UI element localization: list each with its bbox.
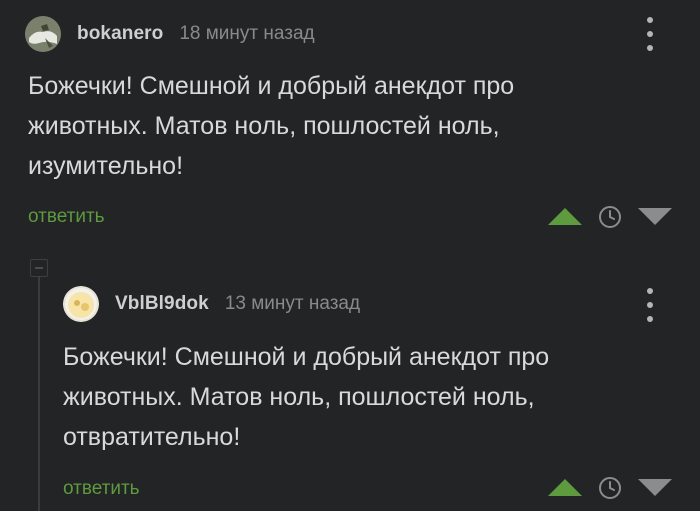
collapse-icon[interactable] [30, 259, 48, 277]
upvote-icon[interactable] [548, 479, 582, 496]
thread-line [38, 268, 40, 511]
upvote-icon[interactable] [548, 208, 582, 225]
more-icon[interactable] [642, 17, 658, 51]
clock-icon[interactable] [598, 205, 622, 229]
comment-text: Божечки! Смешной и добрый анекдот про жи… [28, 72, 515, 180]
username[interactable]: VblBl9dok [115, 293, 209, 315]
avatar[interactable] [25, 16, 61, 52]
downvote-icon[interactable] [638, 208, 672, 225]
username[interactable]: bokanero [77, 23, 163, 45]
more-icon[interactable] [642, 288, 658, 322]
comment-text: Божечки! Смешной и добрый анекдот про жи… [63, 343, 550, 451]
reply-button[interactable]: ответить [63, 478, 140, 500]
timestamp[interactable]: 13 минут назад [225, 293, 360, 315]
timestamp[interactable]: 18 минут назад [179, 23, 314, 45]
downvote-icon[interactable] [638, 479, 672, 496]
avatar[interactable] [63, 286, 99, 322]
comment-header: bokanero 18 минут назад [25, 16, 315, 52]
reply-button[interactable]: ответить [28, 206, 105, 228]
clock-icon[interactable] [598, 476, 622, 500]
comment-header: VblBl9dok 13 минут назад [63, 286, 360, 322]
